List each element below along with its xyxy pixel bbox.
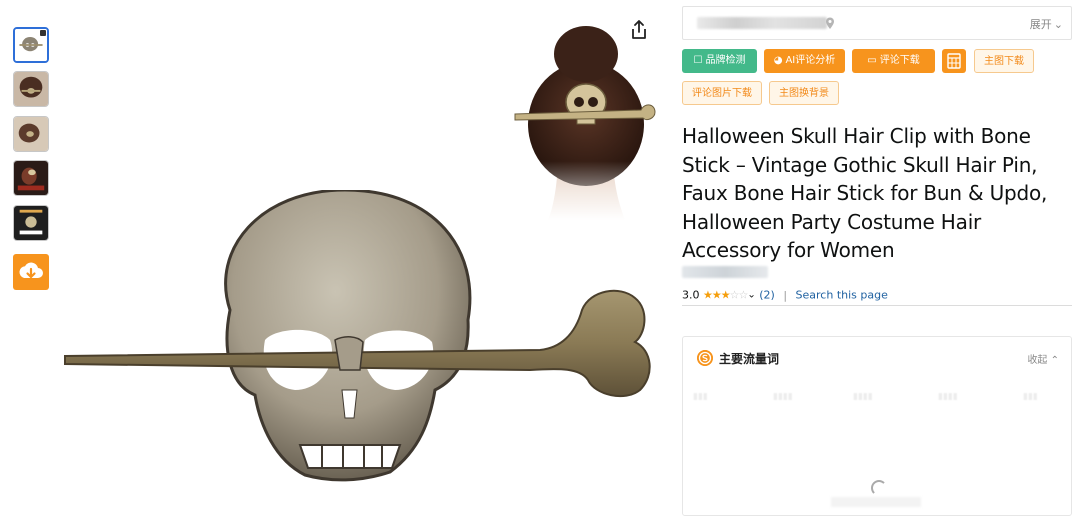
product-title: Halloween Skull Hair Clip with Bone Stic…	[682, 124, 1048, 263]
star-rating-icon[interactable]: ★★★☆☆	[703, 289, 748, 302]
ghost-column-header: ▮▮▮▮	[938, 392, 958, 402]
hair-side-thumbnail-image	[14, 117, 48, 151]
keyword-logo-icon	[697, 350, 713, 366]
loading-spinner-icon	[871, 480, 887, 496]
review-image-download-label: 评论图片下载	[692, 88, 752, 99]
ghost-column-header: ▮▮▮▮	[773, 392, 793, 402]
divider-line	[682, 305, 1072, 306]
search-this-page-link[interactable]: Search this page	[796, 289, 888, 302]
review-download-label: 评论下载	[879, 55, 920, 66]
chevron-up-icon: ⌃	[1047, 355, 1059, 366]
ai-review-label: AI评论分析	[785, 55, 836, 66]
thumbnail-5[interactable]	[13, 205, 49, 241]
brand-check-button[interactable]: ☐ 品牌检测	[682, 49, 757, 73]
delivery-location-bar[interactable]: 展开 ⌄	[682, 6, 1072, 40]
cloud-download-button[interactable]	[13, 254, 49, 290]
rating-chevron-down-icon[interactable]: ⌄	[747, 290, 755, 301]
expand-label: 展开	[1029, 18, 1052, 31]
blurred-location-text	[697, 17, 827, 29]
collapse-label: 收起	[1027, 355, 1048, 366]
costume-thumbnail-image	[14, 161, 48, 195]
expand-toggle[interactable]: 展开 ⌄	[1030, 16, 1063, 32]
collapse-toggle[interactable]: 收起 ⌃	[1027, 351, 1059, 366]
location-pin-icon	[826, 17, 834, 29]
ghost-column-header: ▮▮▮	[1023, 392, 1038, 402]
package-thumbnail-image	[14, 206, 48, 240]
review-count-link[interactable]: (2)	[759, 289, 775, 302]
calculator-button[interactable]	[942, 49, 966, 73]
cloud-download-icon	[19, 262, 43, 279]
hair-bun-thumbnail-image	[14, 72, 48, 106]
product-info-column: 展开 ⌄ ☐ 品牌检测 ◕ AI评论分析 ▭ 评论下载 主图下载 评论图片下载 主图换背…	[682, 0, 1072, 516]
thumbnail-3[interactable]	[13, 116, 49, 152]
checkbox-icon: ☐	[693, 55, 703, 66]
calculator-icon	[947, 53, 961, 69]
share-icon[interactable]	[628, 19, 650, 41]
main-product-image[interactable]	[60, 190, 660, 490]
thumbnail-1[interactable]	[13, 27, 49, 63]
comment-icon: ▭	[867, 55, 877, 66]
ghost-column-header: ▮▮▮▮	[853, 392, 873, 402]
rating-row: 3.0 ★★★☆☆⌄ (2) | Search this page	[682, 288, 888, 302]
brand-check-label: 品牌检测	[705, 55, 746, 66]
rating-value: 3.0	[682, 288, 700, 302]
blurred-brand-link[interactable]	[682, 266, 768, 278]
panel-title: 主要流量词	[719, 352, 780, 366]
ghost-column-header: ▮▮▮	[693, 392, 708, 402]
model-wearing-image[interactable]	[513, 24, 658, 220]
chevron-down-icon: ⌄	[1053, 18, 1063, 31]
thumbnail-2[interactable]	[13, 71, 49, 107]
review-download-button[interactable]: ▭ 评论下载	[852, 49, 935, 73]
main-image-download-label: 主图下载	[984, 56, 1024, 67]
pie-chart-icon: ◕	[773, 55, 783, 66]
main-image-background-button[interactable]: 主图换背景	[769, 81, 839, 105]
main-image-download-button[interactable]: 主图下载	[974, 49, 1034, 73]
traffic-keywords-panel: 主要流量词 收起 ⌃ ▮▮▮ ▮▮▮▮ ▮▮▮▮ ▮▮▮▮ ▮▮▮	[682, 336, 1072, 516]
thumbnail-4[interactable]	[13, 160, 49, 196]
divider: |	[783, 288, 788, 302]
main-image-background-label: 主图换背景	[779, 88, 829, 99]
zoom-badge-icon	[40, 30, 46, 36]
review-image-download-button[interactable]: 评论图片下载	[682, 81, 762, 105]
ai-review-analysis-button[interactable]: ◕ AI评论分析	[764, 49, 845, 73]
